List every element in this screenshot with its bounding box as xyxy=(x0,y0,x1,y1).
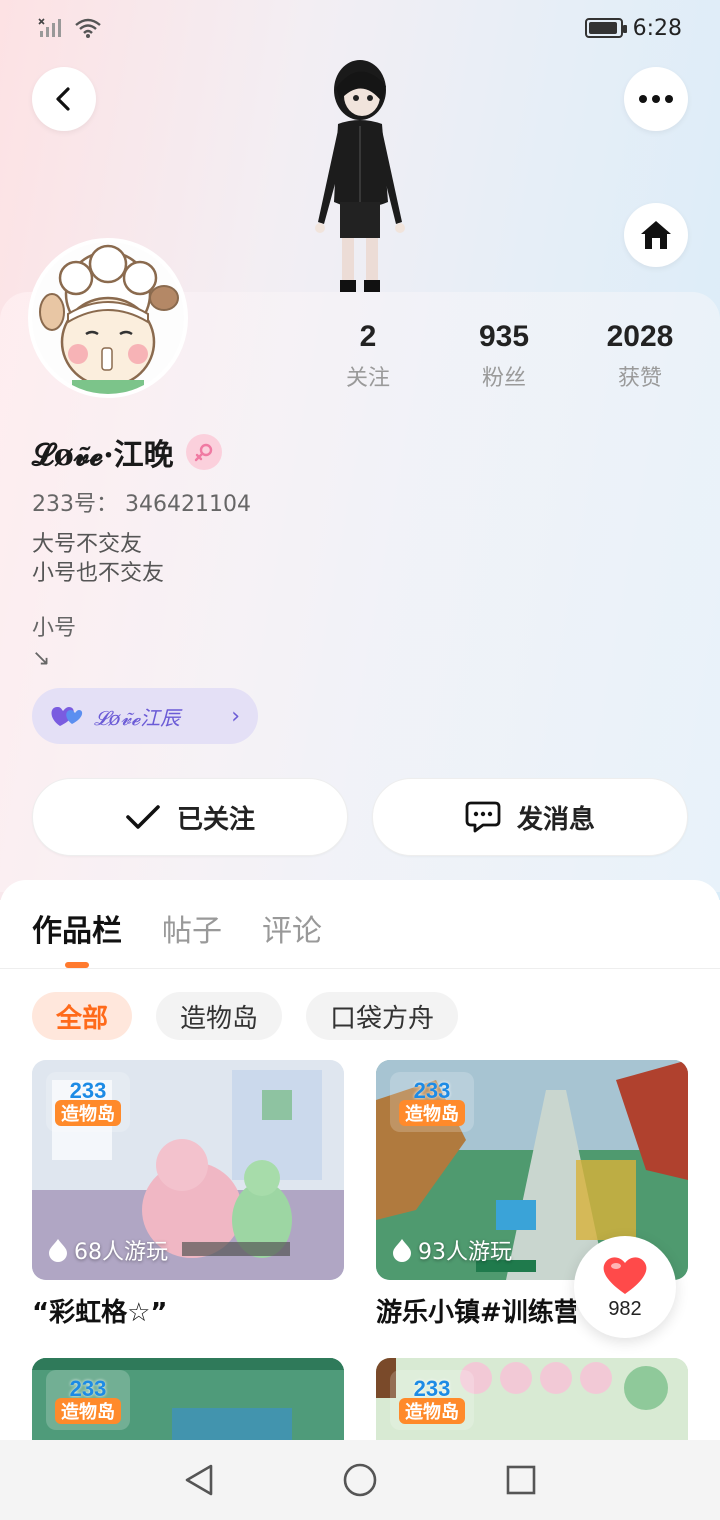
avatar[interactable] xyxy=(28,238,188,398)
home-icon xyxy=(641,221,671,249)
system-nav-bar xyxy=(0,1440,720,1520)
linked-account-name: 𝓛ø𝓿̃𝓮江辰 xyxy=(94,705,181,730)
heart-icon xyxy=(603,1256,647,1294)
female-icon xyxy=(185,434,222,470)
game-badge: 233 造物岛 xyxy=(46,1370,130,1430)
status-bar: 6:28 xyxy=(0,0,720,56)
badge-label: 造物岛 xyxy=(399,1398,465,1424)
badge-label: 造物岛 xyxy=(55,1100,121,1126)
bio-line: 小号也不交友 xyxy=(32,561,165,586)
game-title[interactable]: “彩虹格☆” xyxy=(32,1292,344,1329)
heart-pair-icon xyxy=(51,706,83,726)
stat-following[interactable]: 2 关注 xyxy=(300,320,436,392)
follow-button[interactable]: 已关注 xyxy=(32,778,348,856)
divider xyxy=(0,968,720,969)
play-count-text: 93人游玩 xyxy=(418,1240,512,1265)
bio-line: 大号不交友 xyxy=(32,532,143,557)
nav-home-icon[interactable] xyxy=(342,1462,378,1498)
battery-icon xyxy=(584,18,627,38)
check-icon xyxy=(126,805,160,829)
avatar-3d-figure[interactable] xyxy=(290,52,430,292)
alt-account-note: 小号 ↘ xyxy=(32,614,76,674)
filter-island[interactable]: 造物岛 xyxy=(156,992,283,1040)
signal-icon xyxy=(38,18,61,37)
avatar-sheep-illustration xyxy=(32,242,184,394)
game-badge: 233 造物岛 xyxy=(390,1370,474,1430)
message-button[interactable]: 发消息 xyxy=(372,778,688,856)
stat-label: 粉丝 xyxy=(481,366,526,391)
message-label: 发消息 xyxy=(516,804,595,835)
badge-label: 造物岛 xyxy=(55,1398,121,1424)
username: 𝓛ø𝓿̃𝓮·江晚 xyxy=(32,438,174,473)
profile-stats: 2 关注 935 粉丝 2028 获赞 xyxy=(300,320,710,392)
game-badge: 233 造物岛 xyxy=(390,1072,474,1132)
follow-label: 已关注 xyxy=(176,804,255,835)
filter-chips: 全部 造物岛 口袋方舟 xyxy=(32,992,459,1040)
filter-all[interactable]: 全部 xyxy=(32,992,133,1040)
chevron-right-icon: › xyxy=(231,703,240,729)
user-id: 233号： 346421104 xyxy=(32,492,251,517)
bio: 大号不交友 小号也不交友 xyxy=(32,530,164,588)
stat-value: 2 xyxy=(359,320,377,353)
tab-posts[interactable]: 帖子 xyxy=(162,906,222,950)
stat-value: 2028 xyxy=(606,320,674,353)
back-button[interactable] xyxy=(32,67,96,131)
filter-ark[interactable]: 口袋方舟 xyxy=(306,992,459,1040)
tab-works[interactable]: 作品栏 xyxy=(32,906,122,950)
status-icons-right: 6:28 xyxy=(584,15,682,41)
like-count: 982 xyxy=(608,1297,642,1320)
play-count-text: 68人游玩 xyxy=(74,1240,168,1265)
more-horizontal-icon xyxy=(639,95,673,103)
home-button[interactable] xyxy=(624,203,688,267)
linked-account-button[interactable]: 𝓛ø𝓿̃𝓮江辰 › xyxy=(32,688,258,744)
stat-label: 获赞 xyxy=(617,366,662,391)
play-count: 68人游玩 xyxy=(48,1234,168,1266)
chevron-left-icon xyxy=(56,87,70,111)
game-badge: 233 造物岛 xyxy=(46,1072,130,1132)
nav-recents-icon[interactable] xyxy=(505,1464,537,1496)
more-button[interactable] xyxy=(624,67,688,131)
stat-value: 935 xyxy=(478,320,530,353)
stat-likes[interactable]: 2028 获赞 xyxy=(572,320,708,392)
like-button[interactable]: 982 xyxy=(574,1236,676,1338)
status-icons-left xyxy=(38,17,102,39)
content-tabs: 作品栏 帖子 评论 xyxy=(32,906,322,950)
game-title[interactable]: 游乐小镇#训练营 xyxy=(376,1292,576,1329)
stat-label: 关注 xyxy=(345,366,390,391)
arrow-down-right-icon: ↘ xyxy=(32,646,51,671)
flame-icon xyxy=(49,1239,67,1262)
status-time: 6:28 xyxy=(632,15,682,41)
game-thumbnail[interactable]: 233 造物岛 68人游玩 xyxy=(32,1060,344,1280)
nav-back-icon[interactable] xyxy=(183,1463,215,1497)
chat-bubble-icon xyxy=(465,801,501,833)
username-row: 𝓛ø𝓿̃𝓮·江晚 xyxy=(32,430,222,474)
stat-followers[interactable]: 935 粉丝 xyxy=(436,320,572,392)
tab-comments[interactable]: 评论 xyxy=(262,906,322,950)
game-card[interactable]: 233 造物岛 68人游玩 “彩虹格☆” xyxy=(32,1060,344,1329)
play-count: 93人游玩 xyxy=(392,1234,512,1266)
alt-label: 小号 xyxy=(32,616,77,641)
flame-icon xyxy=(393,1239,411,1262)
wifi-icon xyxy=(75,18,101,38)
badge-label: 造物岛 xyxy=(399,1100,465,1126)
